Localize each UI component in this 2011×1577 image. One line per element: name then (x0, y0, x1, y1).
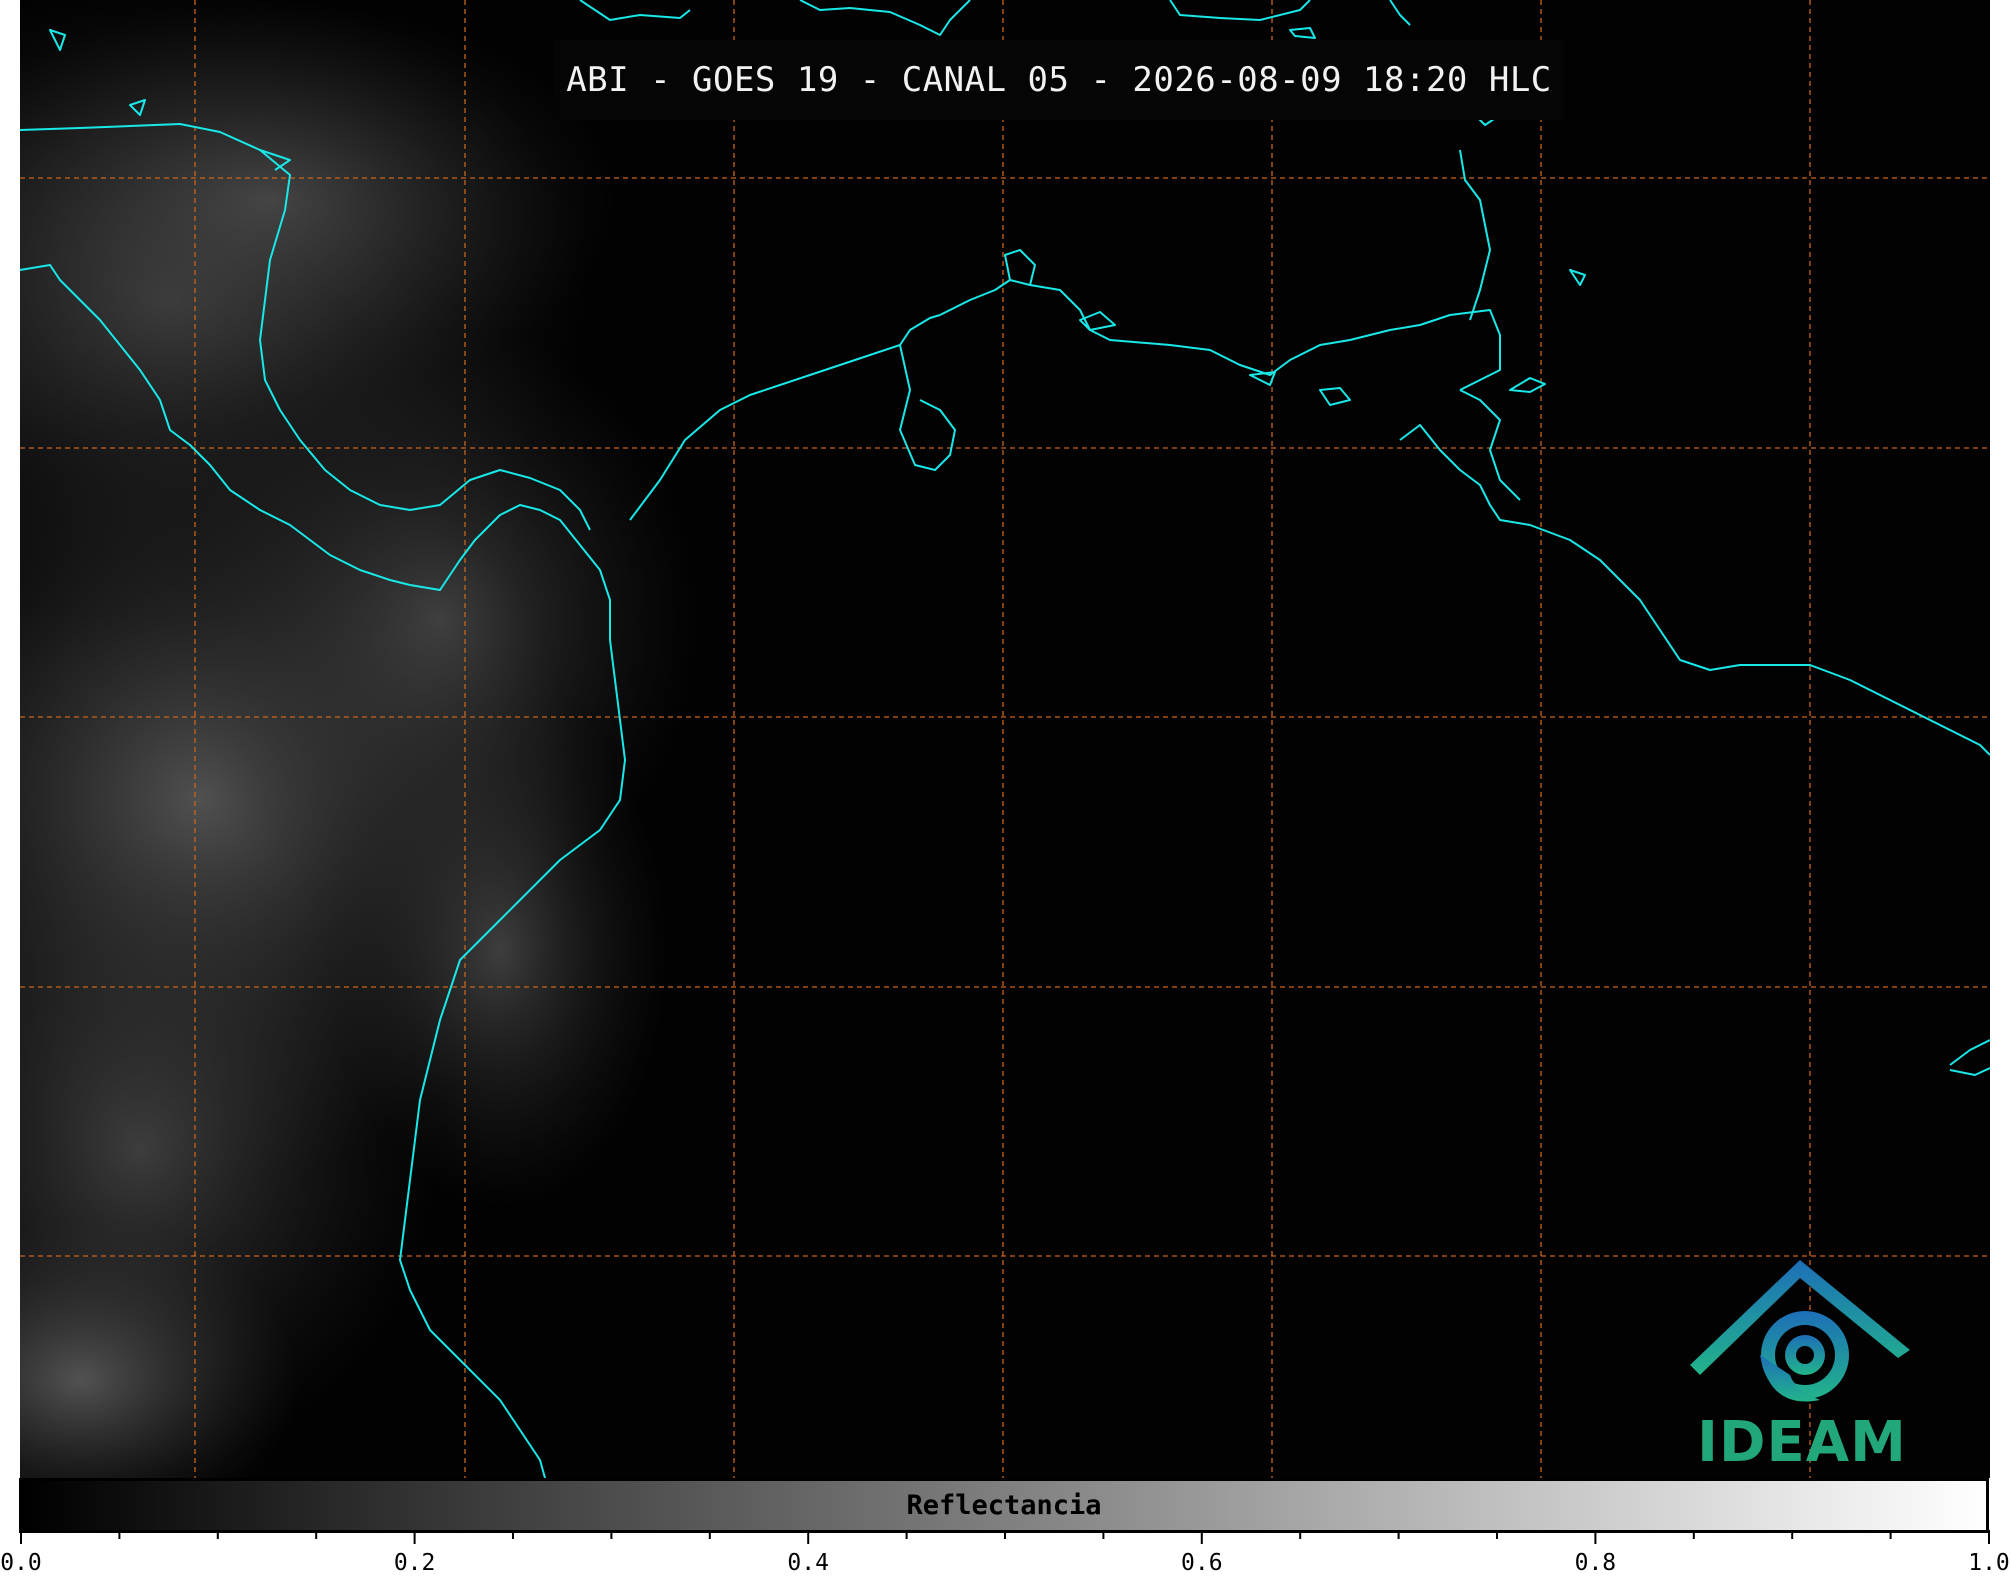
tick-label: 0.4 (787, 1550, 829, 1576)
satellite-map[interactable]: ABI - GOES 19 - CANAL 05 - 2026-08-09 18… (20, 0, 1990, 1478)
tick-label: 0.6 (1181, 1550, 1223, 1576)
colorbar-label: Reflectancia (906, 1490, 1102, 1521)
map-title: ABI - GOES 19 - CANAL 05 - 2026-08-09 18… (554, 40, 1564, 120)
tick-label: 1.0 (1968, 1550, 2010, 1576)
logo-text: IDEAM (1697, 1410, 1907, 1475)
colorbar-ticks (20, 1530, 1990, 1544)
colorbar: Reflectancia (19, 1478, 1989, 1533)
tick-label: 0.8 (1574, 1550, 1617, 1576)
tick-label: 0.0 (0, 1550, 42, 1576)
tick-label: 0.2 (393, 1550, 436, 1576)
